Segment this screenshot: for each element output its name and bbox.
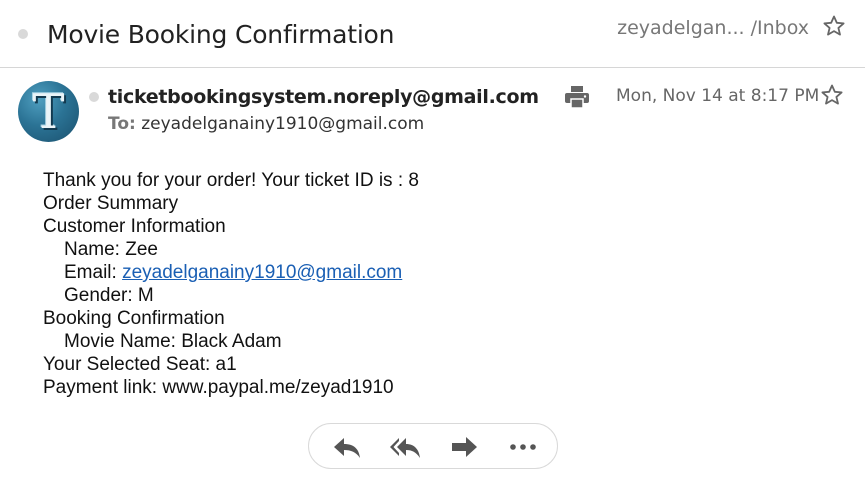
email-label: Email: (64, 262, 117, 283)
sender-status-dot (89, 92, 99, 102)
message-subject: Movie Booking Confirmation (47, 20, 395, 49)
customer-gender: Gender: M (64, 285, 154, 306)
order-summary-heading: Order Summary (43, 193, 179, 214)
recipient-email[interactable]: zeyadelganainy1910@gmail.com (141, 114, 424, 134)
movie-name: Movie Name: Black Adam (64, 331, 282, 352)
recipient-line: To: zeyadelganainy1910@gmail.com (108, 114, 424, 134)
print-icon[interactable] (564, 85, 590, 109)
message-star-icon[interactable] (820, 83, 844, 107)
message-date: Mon, Nov 14 at 8:17 PM (616, 86, 820, 106)
sender-email[interactable]: ticketbookingsystem.noreply@gmail.com (108, 86, 539, 108)
unread-indicator[interactable] (18, 29, 28, 39)
message-header: Movie Booking Confirmation zeyadelgan...… (0, 0, 865, 68)
booking-confirmation-heading: Booking Confirmation (43, 308, 225, 329)
forward-icon[interactable] (449, 434, 481, 460)
more-icon[interactable] (507, 434, 539, 460)
folder-breadcrumb[interactable]: zeyadelgan... /Inbox (617, 17, 809, 39)
message-actions-bar (308, 423, 558, 469)
reply-icon[interactable] (331, 434, 363, 460)
customer-name: Name: Zee (64, 239, 158, 260)
reply-all-icon[interactable] (389, 434, 421, 460)
to-label: To: (108, 114, 136, 134)
sender-avatar: T (18, 81, 79, 142)
thanks-line: Thank you for your order! Your ticket ID… (43, 170, 419, 191)
payment-link: Payment link: www.paypal.me/zeyad1910 (43, 377, 394, 398)
customer-info-heading: Customer Information (43, 216, 226, 237)
customer-email-line: Email: zeyadelganainy1910@gmail.com (43, 261, 419, 284)
star-icon[interactable] (822, 14, 846, 38)
selected-seat: Your Selected Seat: a1 (43, 354, 237, 375)
avatar-letter: T (32, 84, 65, 140)
customer-email-link[interactable]: zeyadelganainy1910@gmail.com (122, 262, 402, 283)
message-body: Thank you for your order! Your ticket ID… (43, 169, 419, 399)
